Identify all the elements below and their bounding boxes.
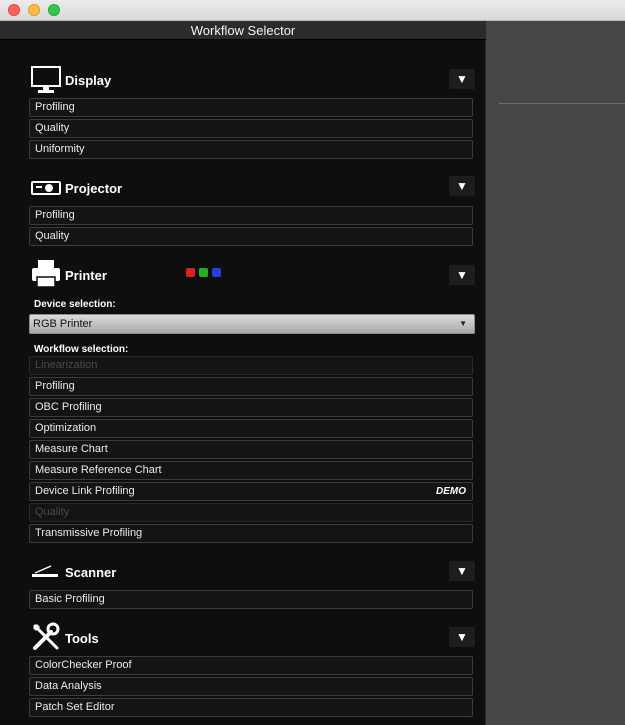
section-title-scanner: Scanner [65, 565, 117, 580]
collapse-projector-button[interactable]: ▼ [449, 176, 475, 196]
section-title-printer: Printer [65, 268, 107, 283]
collapse-scanner-button[interactable]: ▼ [449, 561, 475, 581]
status-dot-green [199, 268, 208, 277]
projector-icon [31, 181, 61, 195]
printer-item-profiling[interactable]: Profiling [29, 377, 473, 396]
collapse-tools-button[interactable]: ▼ [449, 627, 475, 647]
printer-item-obc-profiling[interactable]: OBC Profiling [29, 398, 473, 417]
scanner-item-basic-profiling[interactable]: Basic Profiling [29, 590, 473, 609]
printer-icon [32, 260, 60, 288]
printer-item-optimization[interactable]: Optimization [29, 419, 473, 438]
workflow-selection-label: Workflow selection: [34, 344, 129, 355]
printer-item-linearization: Linearization [29, 356, 473, 375]
collapse-printer-button[interactable]: ▼ [449, 265, 475, 285]
window-titlebar [0, 0, 625, 21]
device-selection-label: Device selection: [34, 299, 116, 310]
device-select-value: RGB Printer [33, 318, 93, 330]
display-item-profiling[interactable]: Profiling [29, 98, 473, 117]
printer-item-measure-chart[interactable]: Measure Chart [29, 440, 473, 459]
panel-title: Workflow Selector [0, 21, 486, 40]
display-item-uniformity[interactable]: Uniformity [29, 140, 473, 159]
workflow-selector-panel: Workflow Selector Display ▼ Profiling Qu… [0, 21, 486, 725]
section-title-tools: Tools [65, 631, 99, 646]
device-select[interactable]: RGB Printer ▼ [29, 314, 475, 334]
tools-item-patch-set-editor[interactable]: Patch Set Editor [29, 698, 473, 717]
demo-badge: DEMO [436, 486, 466, 497]
chevron-down-icon: ▼ [459, 319, 467, 328]
divider [499, 103, 625, 104]
content-pane [486, 21, 625, 725]
printer-item-transmissive-profiling[interactable]: Transmissive Profiling [29, 524, 473, 543]
printer-item-device-link-profiling[interactable]: Device Link Profiling DEMO [29, 482, 473, 501]
status-dot-blue [212, 268, 221, 277]
collapse-display-button[interactable]: ▼ [449, 69, 475, 89]
status-dot-red [186, 268, 195, 277]
scanner-icon [32, 565, 58, 577]
printer-item-quality: Quality [29, 503, 473, 522]
section-title-projector: Projector [65, 181, 123, 196]
tools-icon [33, 622, 60, 650]
projector-item-profiling[interactable]: Profiling [29, 206, 473, 225]
minimize-window-button[interactable] [28, 4, 40, 16]
maximize-window-button[interactable] [48, 4, 60, 16]
projector-item-quality[interactable]: Quality [29, 227, 473, 246]
device-link-label: Device Link Profiling [35, 485, 135, 497]
close-window-button[interactable] [8, 4, 20, 16]
tools-item-data-analysis[interactable]: Data Analysis [29, 677, 473, 696]
section-title-display: Display [65, 73, 112, 88]
printer-status-indicators [186, 268, 222, 280]
printer-item-measure-reference-chart[interactable]: Measure Reference Chart [29, 461, 473, 480]
monitor-icon [31, 66, 61, 93]
display-item-quality[interactable]: Quality [29, 119, 473, 138]
tools-item-colorchecker-proof[interactable]: ColorChecker Proof [29, 656, 473, 675]
